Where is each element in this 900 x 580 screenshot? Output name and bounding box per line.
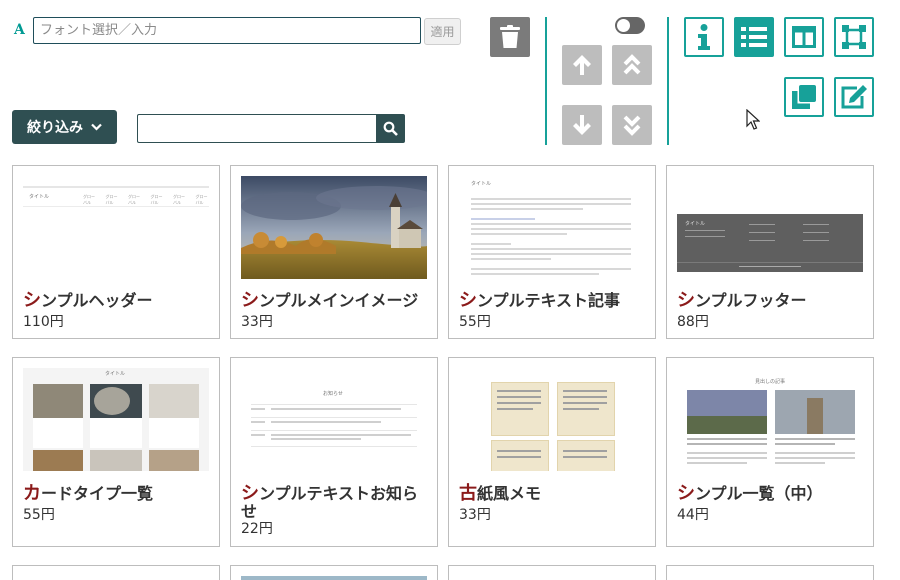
thumb-title: タイトル	[685, 221, 706, 227]
card-title: シンプルヘッダー	[23, 290, 153, 311]
frame-button[interactable]	[834, 17, 874, 57]
font-icon: A	[14, 22, 25, 38]
card-price: 55円	[23, 507, 55, 523]
card-price: 110円	[23, 314, 64, 330]
thumb-nav: グローバル	[195, 194, 208, 205]
thumbnail-partial	[241, 576, 427, 580]
move-top-button[interactable]	[612, 45, 652, 85]
list-view-button[interactable]	[734, 17, 774, 57]
template-card[interactable]: シンプルメインイメージ 33円	[230, 165, 438, 339]
template-card[interactable]	[12, 565, 220, 580]
thumb-title: タイトル	[105, 371, 126, 377]
divider	[545, 17, 547, 145]
card-title: シンプルテキストお知らせ	[241, 483, 419, 521]
search-icon	[383, 121, 398, 136]
thumbnail-old-paper-memo	[459, 368, 645, 471]
delete-button[interactable]	[490, 17, 530, 57]
thumb-title: 見出しの記事	[755, 379, 786, 385]
columns-icon	[792, 26, 816, 48]
card-title: シンプルテキスト記事	[459, 290, 621, 311]
thumb-nav: グローバル	[105, 194, 118, 205]
thumb-title: タイトル	[29, 194, 50, 200]
columns-button[interactable]	[784, 17, 824, 57]
search-input[interactable]	[137, 114, 377, 143]
card-price: 33円	[241, 314, 273, 330]
mouse-cursor-icon	[746, 109, 760, 130]
arrow-down-icon	[573, 115, 591, 135]
landscape-image	[241, 176, 427, 279]
move-down-button[interactable]	[562, 105, 602, 145]
move-bottom-button[interactable]	[612, 105, 652, 145]
thumbnail-simple-list-medium: 見出しの記事	[677, 368, 863, 471]
filter-label: 絞り込み	[27, 120, 83, 136]
move-up-button[interactable]	[562, 45, 602, 85]
template-card[interactable]: タイトル シンプルテキスト記事 55円	[448, 165, 656, 339]
template-card[interactable]: タイトル グローバル グローバル グローバル グローバル グローバル グローバル…	[12, 165, 220, 339]
template-card[interactable]: タイトル シンプルフッター 88円	[666, 165, 874, 339]
template-card[interactable]: 見出しの記事 シンプル一覧（中） 44円	[666, 357, 874, 547]
card-price: 55円	[459, 314, 491, 330]
template-card[interactable]: お知らせ シンプルテキストお知らせ 22円	[230, 357, 438, 547]
template-card[interactable]	[666, 565, 874, 580]
divider	[667, 17, 669, 145]
template-card[interactable]: タイトル カードタイプ一覧 55円	[12, 357, 220, 547]
chevron-down-icon	[91, 123, 102, 131]
template-card[interactable]	[448, 565, 656, 580]
double-chevron-up-icon	[623, 54, 641, 75]
thumb-nav: グローバル	[150, 194, 163, 205]
trash-icon	[500, 25, 520, 48]
copy-icon	[792, 85, 816, 109]
search-button[interactable]	[376, 114, 405, 143]
thumbnail-card-list: タイトル	[23, 368, 209, 471]
card-title: 古紙風メモ	[459, 483, 542, 504]
thumbnail-simple-text-article: タイトル	[459, 176, 645, 279]
card-price: 22円	[241, 521, 273, 537]
info-icon	[698, 24, 710, 50]
card-title: シンプル一覧（中）	[677, 483, 823, 504]
list-icon	[741, 27, 767, 47]
card-price: 44円	[677, 507, 709, 523]
edit-icon	[841, 85, 867, 109]
card-price: 88円	[677, 314, 709, 330]
card-title: カードタイプ一覧	[23, 483, 154, 504]
toggle-switch[interactable]	[615, 17, 645, 34]
card-price: 33円	[459, 507, 491, 523]
thumb-title: お知らせ	[323, 391, 343, 397]
thumb-nav: グローバル	[83, 194, 95, 205]
arrow-up-icon	[573, 55, 591, 75]
card-title: シンプルフッター	[677, 290, 807, 311]
thumb-nav: グローバル	[173, 194, 185, 205]
font-input[interactable]	[33, 17, 421, 44]
thumbnail-simple-header: タイトル グローバル グローバル グローバル グローバル グローバル グローバル	[23, 176, 209, 279]
template-card[interactable]: 古紙風メモ 33円	[448, 357, 656, 547]
copy-button[interactable]	[784, 77, 824, 117]
thumbnail-simple-main-image	[241, 176, 427, 279]
template-card[interactable]	[230, 565, 438, 580]
thumbnail-simple-footer: タイトル	[677, 176, 863, 279]
thumb-nav: グローバル	[128, 194, 140, 205]
card-title: シンプルメインイメージ	[241, 290, 419, 311]
thumb-title: タイトル	[471, 181, 492, 187]
edit-button[interactable]	[834, 77, 874, 117]
double-chevron-down-icon	[623, 115, 641, 136]
frame-icon	[842, 25, 866, 49]
info-button[interactable]	[684, 17, 724, 57]
thumbnail-simple-news: お知らせ	[241, 368, 427, 471]
app-root: A 適用 絞り込み	[0, 0, 900, 580]
filter-button[interactable]: 絞り込み	[12, 110, 117, 144]
apply-button[interactable]: 適用	[424, 18, 461, 45]
